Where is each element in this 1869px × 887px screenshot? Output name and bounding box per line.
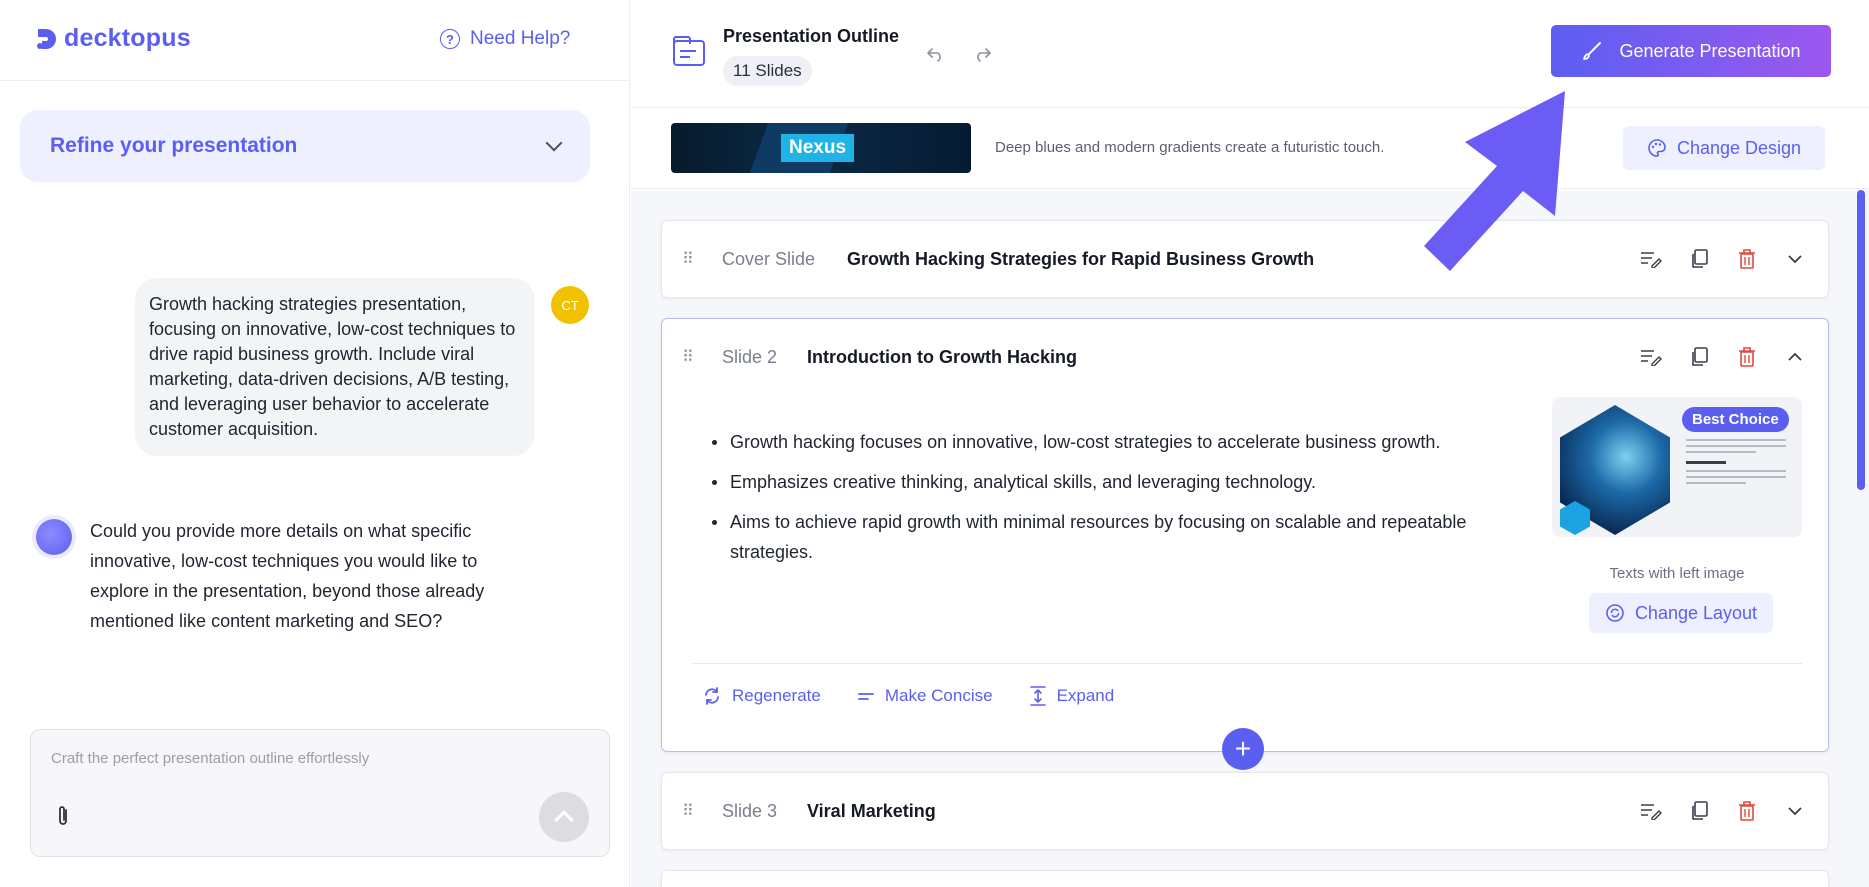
- change-design-label: Change Design: [1676, 137, 1802, 158]
- expand-label: Expand: [1056, 686, 1115, 705]
- slide-number: Slide 3: [722, 800, 778, 821]
- expand-icon: [1029, 686, 1046, 706]
- scrollbar-thumb[interactable]: [1857, 190, 1865, 490]
- design-row: Nexus Deep blues and modern gradients cr…: [631, 109, 1869, 189]
- drag-handle-icon[interactable]: ⠿: [682, 347, 694, 367]
- layout-text-placeholder: [1686, 439, 1786, 488]
- plus-icon: +: [1234, 733, 1252, 764]
- slide-count-badge: 11 Slides: [723, 56, 812, 86]
- slide-number: Slide 2: [722, 346, 778, 367]
- delete-icon[interactable]: [1734, 344, 1760, 370]
- undo-icon[interactable]: [927, 46, 945, 62]
- delete-icon[interactable]: [1734, 246, 1760, 272]
- slide-card-2[interactable]: ⠿ Slide 2 Introduction to Growth Hacking: [661, 318, 1829, 752]
- slide-title: Introduction to Growth Hacking: [807, 346, 1077, 367]
- change-design-button[interactable]: Change Design: [1623, 126, 1825, 170]
- slide-card-4[interactable]: [661, 870, 1829, 887]
- slides-list: ⠿ Cover Slide Growth Hacking Strategies …: [631, 190, 1869, 887]
- refine-presentation-accordion[interactable]: Refine your presentation: [20, 110, 590, 182]
- user-avatar: CT: [551, 286, 589, 324]
- delete-icon[interactable]: [1734, 798, 1760, 824]
- expand-button[interactable]: Expand: [1029, 685, 1115, 707]
- decktopus-logo-icon: [37, 28, 56, 49]
- drag-handle-icon[interactable]: ⠿: [682, 801, 694, 821]
- user-message: Growth hacking strategies presentation, …: [135, 278, 535, 456]
- divider: [692, 663, 1802, 664]
- brush-icon: [1583, 42, 1602, 60]
- chevron-down-icon[interactable]: [1782, 798, 1808, 824]
- make-concise-label: Make Concise: [884, 686, 993, 705]
- duplicate-icon[interactable]: [1686, 798, 1712, 824]
- page-title: Presentation Outline: [723, 26, 900, 46]
- best-choice-badge: Best Choice: [1682, 407, 1789, 432]
- assistant-message: Could you provide more details on what s…: [90, 521, 485, 631]
- assistant-avatar-icon: [36, 519, 72, 555]
- change-layout-label: Change Layout: [1634, 602, 1758, 623]
- bullet-item[interactable]: Growth hacking focuses on innovative, lo…: [712, 427, 1522, 457]
- refresh-circle-icon: [1606, 604, 1624, 622]
- brand-logo[interactable]: decktopus: [36, 24, 191, 53]
- send-button[interactable]: [539, 792, 589, 842]
- bullet-item[interactable]: Aims to achieve rapid growth with minima…: [712, 507, 1522, 567]
- theme-name: Nexus: [781, 134, 855, 162]
- theme-preview[interactable]: Nexus: [671, 123, 971, 173]
- slide-number: Cover Slide: [722, 248, 816, 269]
- generate-presentation-button[interactable]: Generate Presentation: [1551, 25, 1831, 77]
- slide-card-cover[interactable]: ⠿ Cover Slide Growth Hacking Strategies …: [661, 220, 1829, 298]
- chevron-up-icon[interactable]: [1782, 344, 1808, 370]
- slide-card-3[interactable]: ⠿ Slide 3 Viral Marketing: [661, 772, 1829, 850]
- regenerate-icon: [705, 687, 719, 705]
- generate-label: Generate Presentation: [1619, 40, 1801, 61]
- slide-bullets[interactable]: Growth hacking focuses on innovative, lo…: [712, 427, 1522, 577]
- folder-outline-icon: [673, 36, 705, 66]
- question-circle-icon: ?: [440, 29, 460, 49]
- composer-input[interactable]: Craft the perfect presentation outline e…: [51, 750, 369, 767]
- edit-text-icon[interactable]: [1638, 344, 1664, 370]
- chevron-down-icon: [545, 134, 563, 152]
- change-layout-button[interactable]: Change Layout: [1589, 593, 1773, 633]
- duplicate-icon[interactable]: [1686, 246, 1712, 272]
- make-concise-button[interactable]: Make Concise: [857, 685, 993, 707]
- paperclip-icon[interactable]: [55, 804, 71, 828]
- pointer-arrow-icon: [1424, 91, 1565, 271]
- divider: [0, 80, 630, 81]
- edit-text-icon[interactable]: [1638, 798, 1664, 824]
- outline-header: Presentation Outline 11 Slides Generate …: [631, 0, 1869, 108]
- theme-description: Deep blues and modern gradients create a…: [995, 139, 1385, 156]
- slide-title: Growth Hacking Strategies for Rapid Busi…: [847, 248, 1315, 269]
- regenerate-label: Regenerate: [732, 686, 821, 705]
- slide-title: Viral Marketing: [807, 800, 936, 821]
- layout-preview[interactable]: Best Choice: [1552, 397, 1802, 537]
- concise-icon: [857, 693, 874, 700]
- refine-label: Refine your presentation: [50, 134, 298, 157]
- duplicate-icon[interactable]: [1686, 344, 1712, 370]
- layout-name: Texts with left image: [1609, 565, 1745, 582]
- add-slide-button[interactable]: +: [1222, 728, 1264, 770]
- need-help-link[interactable]: ? Need Help?: [440, 28, 570, 50]
- edit-text-icon[interactable]: [1638, 246, 1664, 272]
- bullet-item[interactable]: Emphasizes creative thinking, analytical…: [712, 467, 1522, 497]
- drag-handle-icon[interactable]: ⠿: [682, 249, 694, 269]
- chevron-up-icon: [554, 810, 574, 830]
- chevron-down-icon[interactable]: [1782, 246, 1808, 272]
- need-help-label: Need Help?: [470, 28, 571, 49]
- regenerate-button[interactable]: Regenerate: [702, 685, 821, 707]
- chat-panel: decktopus ? Need Help? Refine your prese…: [0, 0, 630, 887]
- brand-name: decktopus: [64, 24, 191, 52]
- slide-tools: Regenerate Make Concise Expand: [702, 685, 1114, 707]
- palette-icon: [1648, 139, 1666, 157]
- message-composer[interactable]: Craft the perfect presentation outline e…: [30, 729, 610, 857]
- redo-icon[interactable]: [973, 46, 991, 62]
